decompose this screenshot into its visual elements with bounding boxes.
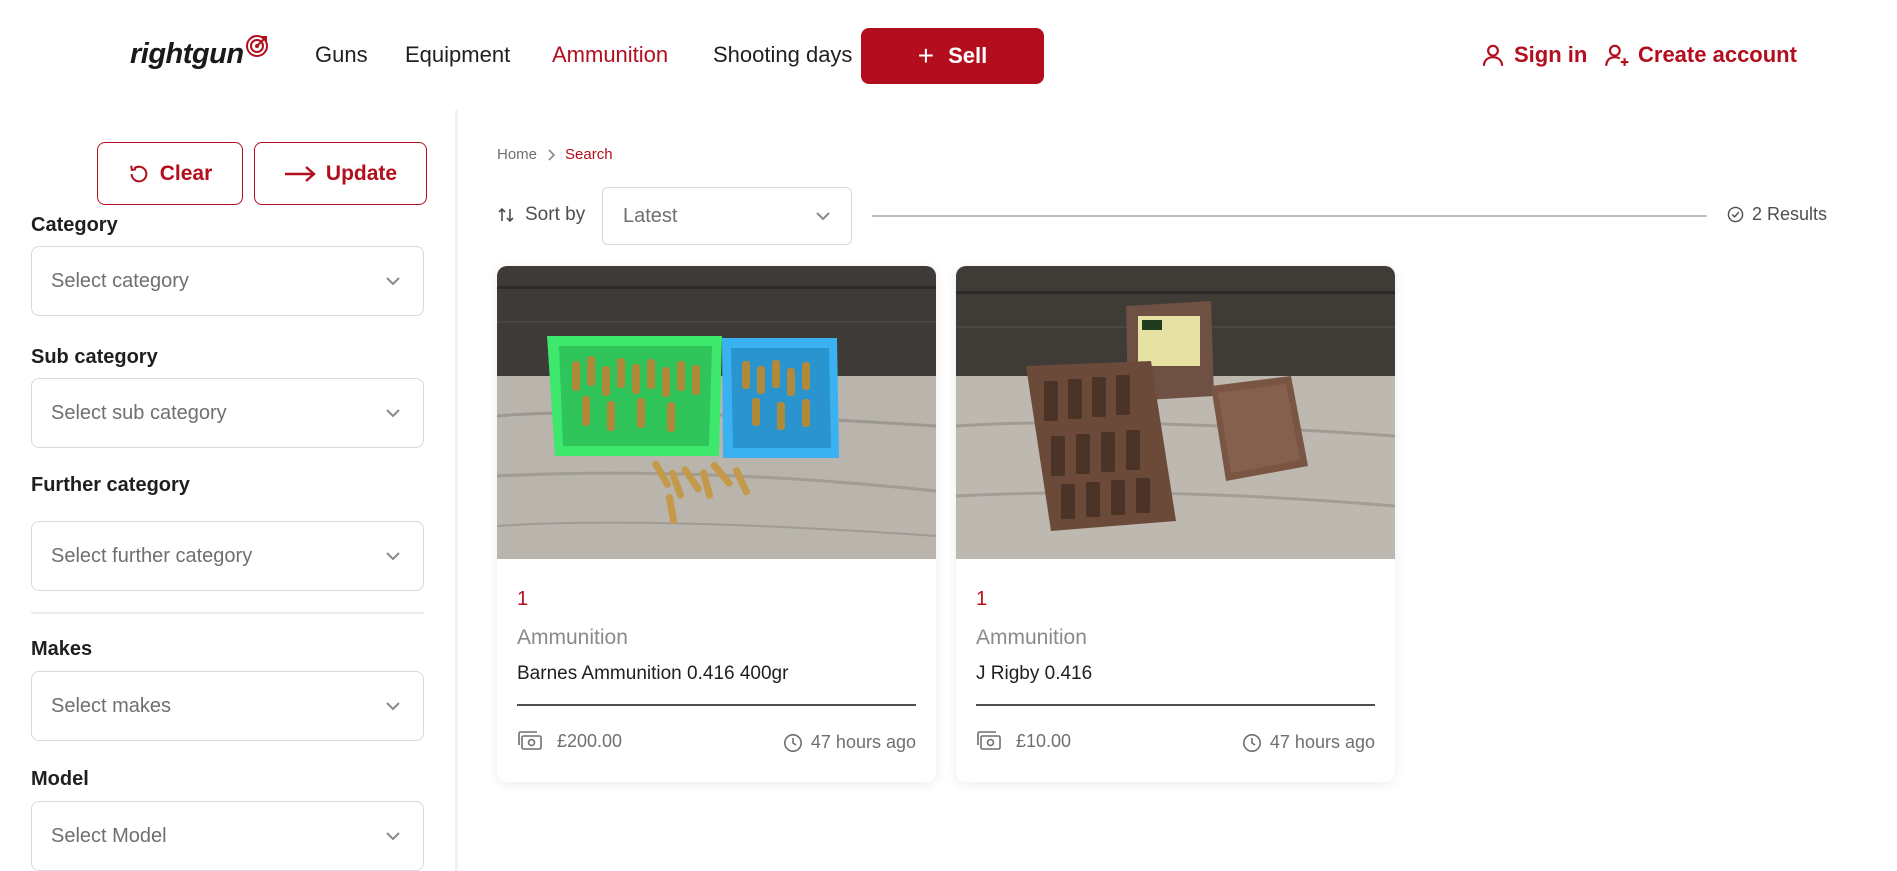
sort-divider-line (872, 215, 1707, 217)
clock-icon (783, 733, 802, 752)
breadcrumb-current: Search (565, 146, 613, 163)
makes-placeholder: Select makes (51, 694, 172, 717)
chevron-down-icon (386, 832, 400, 841)
nav-guns[interactable]: Guns (315, 42, 368, 68)
model-label: Model (31, 768, 89, 790)
chevron-down-icon (386, 702, 400, 711)
brand-logo[interactable]: rightgun (130, 35, 268, 71)
sell-label: Sell (948, 43, 988, 68)
chevron-down-icon (386, 552, 400, 561)
model-placeholder: Select Model (51, 824, 167, 847)
sub-category-label: Sub category (31, 346, 158, 368)
top-header: rightgun Guns Equipment Ammunition Shoot… (0, 0, 1897, 110)
listing-price: £10.00 (1016, 730, 1072, 751)
user-icon (1482, 44, 1504, 66)
filter-divider (31, 612, 424, 614)
check-circle-icon (1727, 206, 1744, 223)
listing-image[interactable] (497, 266, 936, 559)
card-divider (517, 704, 916, 706)
create-account-label: Create account (1638, 42, 1797, 67)
create-account-link[interactable]: Create account (1604, 42, 1797, 68)
further-category-select[interactable]: Select further category (31, 521, 424, 591)
logo-text: rightgun (130, 38, 244, 70)
sort-select[interactable]: Latest (602, 187, 852, 245)
sort-value: Latest (623, 204, 678, 227)
clear-label: Clear (159, 161, 213, 185)
listing-time: 47 hours ago (810, 732, 916, 752)
listing-count: 1 (976, 588, 988, 610)
category-placeholder: Select category (51, 269, 189, 292)
update-button[interactable]: Update (254, 142, 427, 205)
makes-select[interactable]: Select makes (31, 671, 424, 741)
filter-sidebar: Clear Update Category Select category Su… (0, 110, 458, 871)
clear-button[interactable]: Clear (97, 142, 243, 205)
sub-category-select[interactable]: Select sub category (31, 378, 424, 448)
ammo-wallet-photo (956, 266, 1395, 559)
model-select[interactable]: Select Model (31, 801, 424, 871)
listing-card[interactable]: 1 Ammunition J Rigby 0.416 £10.00 47 hou… (956, 266, 1395, 782)
chevron-down-icon (386, 409, 400, 418)
user-plus-icon (1605, 44, 1629, 66)
listing-time: 47 hours ago (1269, 732, 1375, 752)
chevron-down-icon (386, 277, 400, 286)
listing-title[interactable]: J Rigby 0.416 (976, 663, 1092, 685)
sign-in-link[interactable]: Sign in (1480, 42, 1587, 68)
cash-icon (518, 731, 542, 750)
breadcrumb-home[interactable]: Home (497, 146, 537, 163)
listing-image[interactable] (956, 266, 1395, 559)
listing-time-group: 47 hours ago (1242, 732, 1375, 753)
sell-button[interactable]: + Sell (861, 28, 1044, 84)
results-count: 2 Results (1727, 204, 1827, 225)
category-label: Category (31, 214, 118, 236)
further-category-label: Further category (31, 474, 190, 496)
category-select[interactable]: Select category (31, 246, 424, 316)
sort-by-label: Sort by (525, 204, 586, 225)
sort-bar: Sort by Latest 2 Results (497, 187, 1827, 245)
listing-category: Ammunition (976, 626, 1087, 649)
sort-label-group: Sort by (497, 204, 585, 226)
listing-card[interactable]: 1 Ammunition Barnes Ammunition 0.416 400… (497, 266, 936, 782)
update-label: Update (325, 161, 398, 185)
sign-in-label: Sign in (1514, 42, 1588, 67)
listing-price: £200.00 (557, 730, 623, 751)
listing-time-group: 47 hours ago (783, 732, 916, 753)
ammunition-boxes-photo (497, 266, 936, 559)
chevron-right-icon (548, 148, 556, 161)
reset-icon (129, 165, 147, 182)
listing-price-group: £200.00 (517, 730, 622, 752)
clock-icon (1242, 733, 1261, 752)
makes-label: Makes (31, 638, 93, 660)
nav-equipment[interactable]: Equipment (405, 42, 510, 68)
listing-price-group: £10.00 (976, 730, 1071, 752)
listing-count: 1 (517, 588, 529, 610)
sub-category-placeholder: Select sub category (51, 401, 227, 424)
arrow-right-icon (284, 165, 316, 182)
nav-shooting-days[interactable]: Shooting days (713, 42, 852, 68)
target-icon (246, 35, 268, 57)
listing-category: Ammunition (517, 626, 628, 649)
nav-ammunition[interactable]: Ammunition (552, 42, 668, 68)
sort-icon (498, 207, 514, 223)
breadcrumb: Home Search (497, 146, 613, 163)
cash-icon (977, 731, 1001, 750)
listing-title[interactable]: Barnes Ammunition 0.416 400gr (517, 663, 788, 685)
further-category-placeholder: Select further category (51, 544, 253, 567)
card-divider (976, 704, 1375, 706)
results-text: 2 Results (1752, 204, 1828, 224)
plus-icon: + (917, 40, 935, 71)
chevron-down-icon (816, 212, 830, 221)
